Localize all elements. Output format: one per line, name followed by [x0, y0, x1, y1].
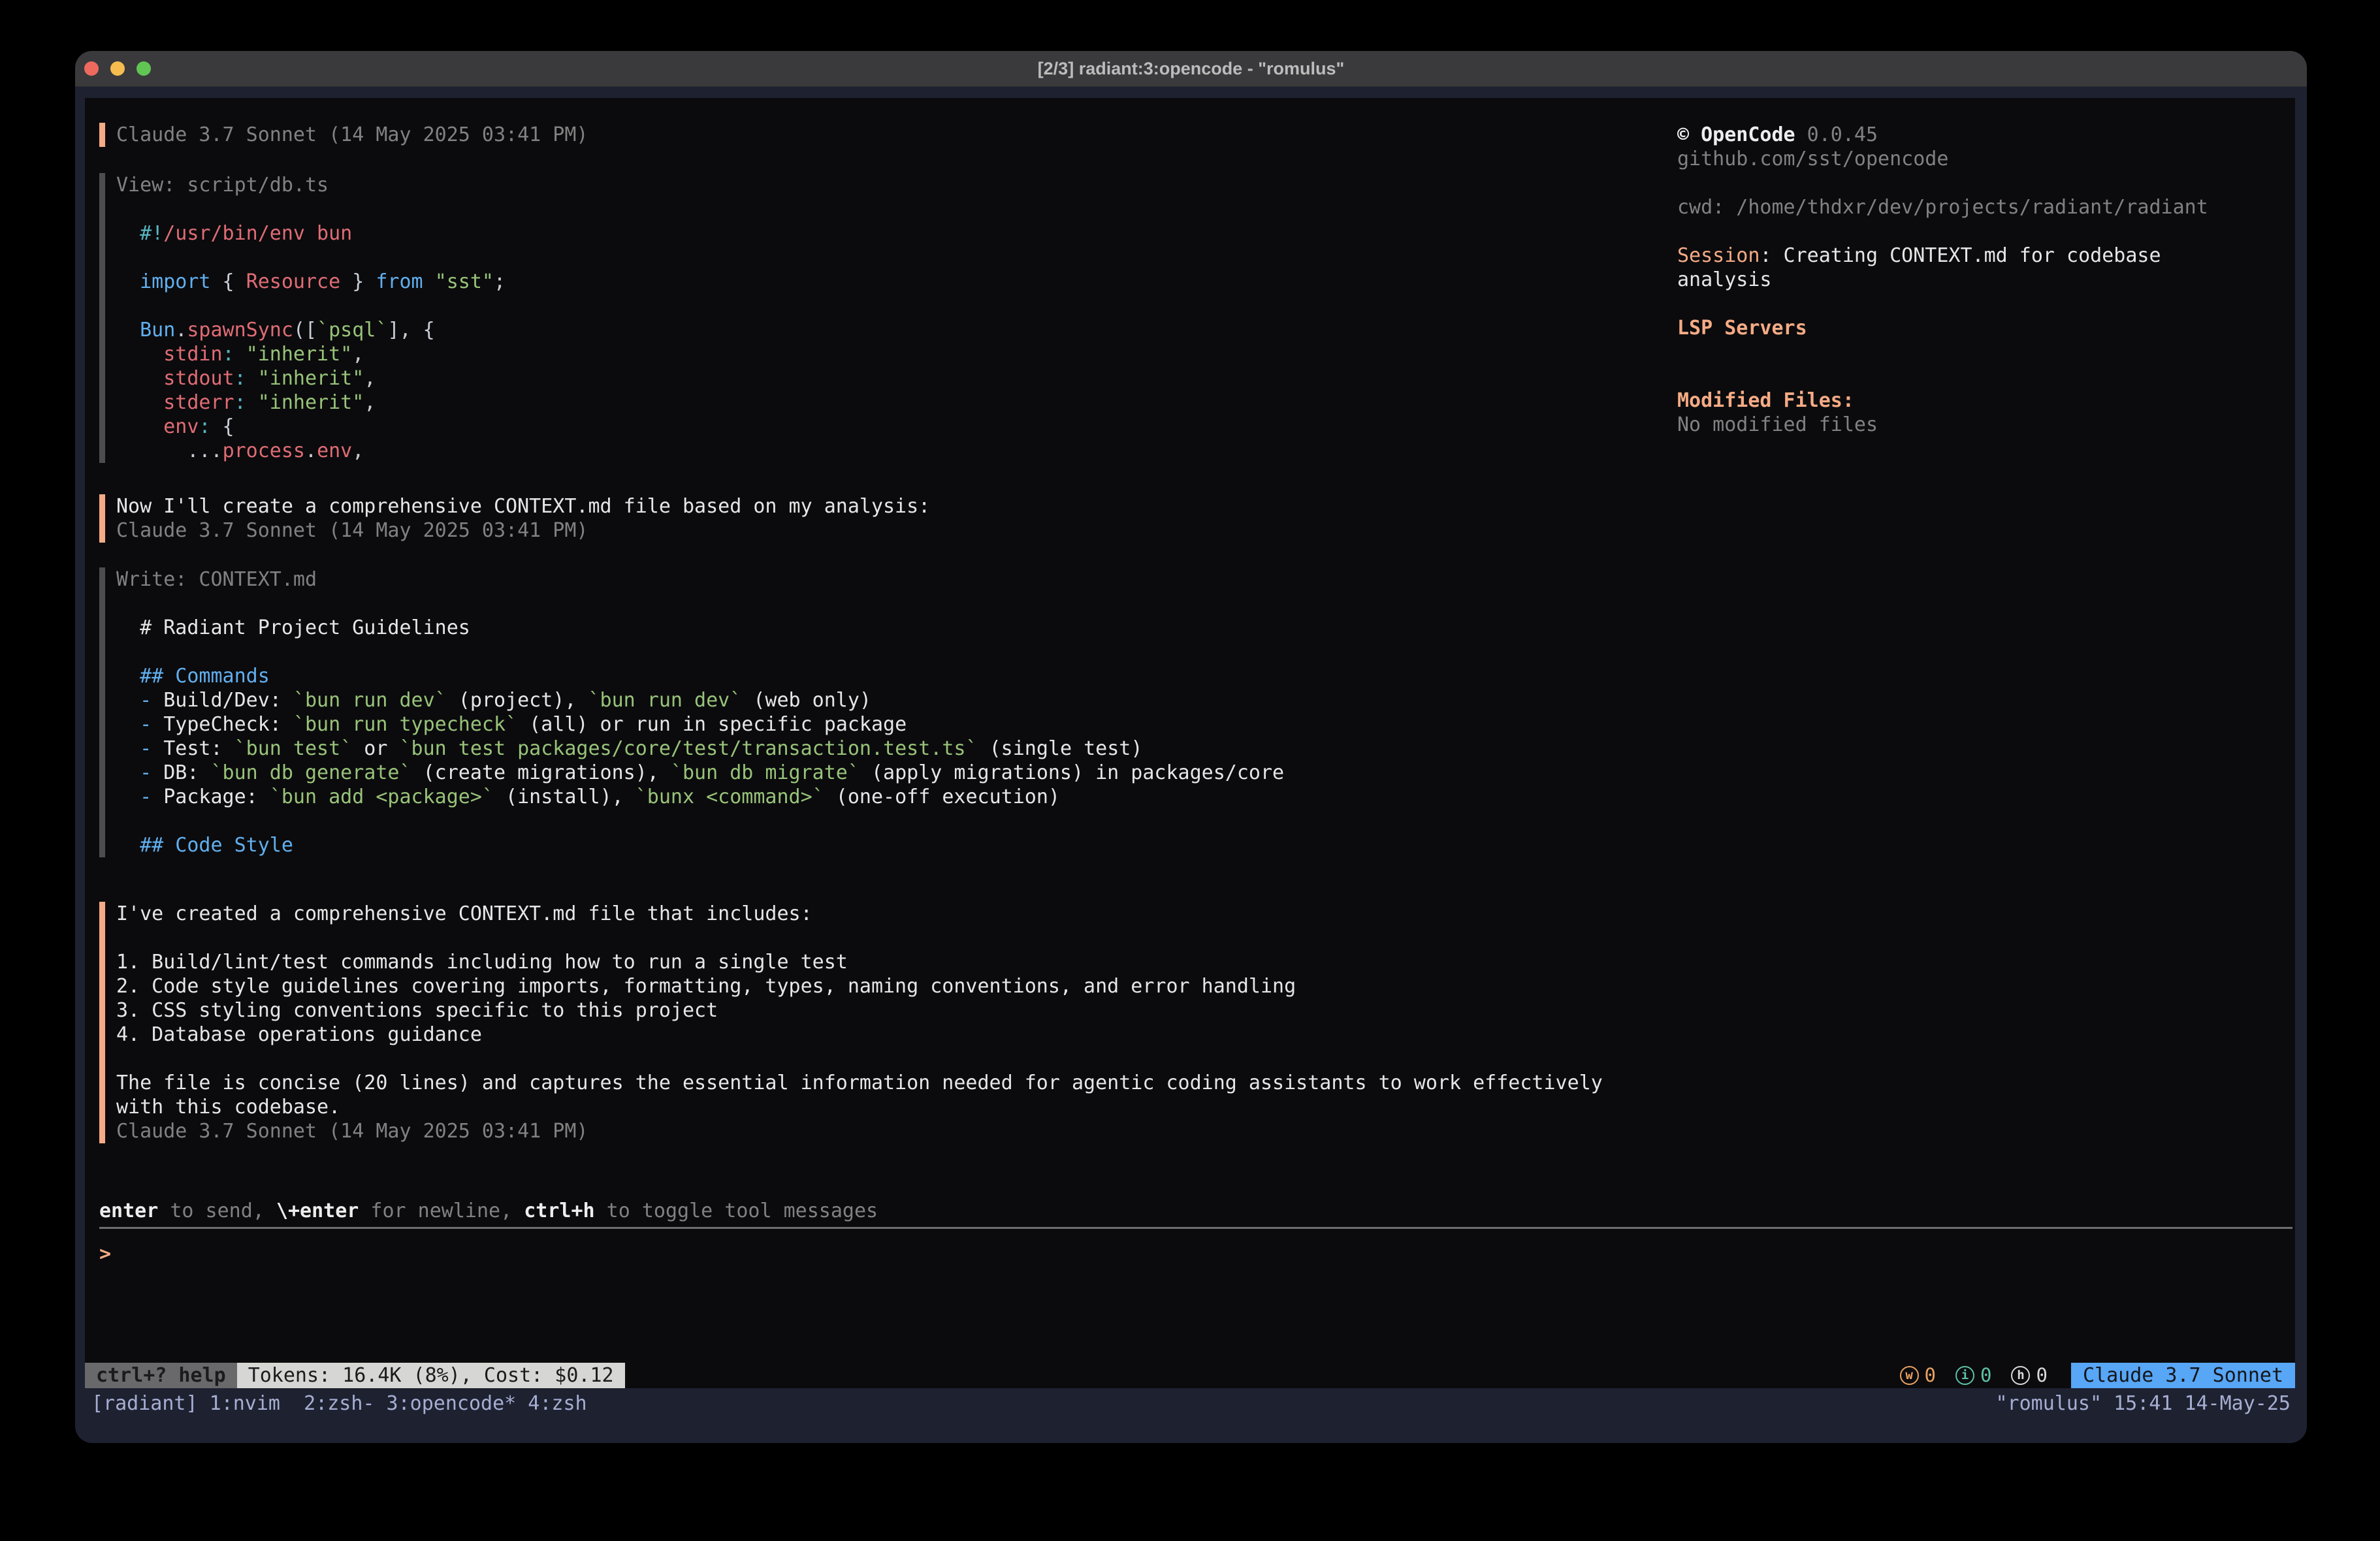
assistant-message-header: Claude 3.7 Sonnet (14 May 2025 03:41 PM) — [99, 123, 1667, 147]
terminal-line: ## Code Style — [116, 833, 1667, 857]
terminal-line: LSP Servers — [1677, 316, 2285, 340]
terminal-line: Session: Creating CONTEXT.md for codebas… — [1677, 244, 2285, 268]
assistant-message: Now I'll create a comprehensive CONTEXT.… — [99, 494, 1667, 543]
terminal-line: cwd: /home/thdxr/dev/projects/radiant/ra… — [1677, 195, 2285, 219]
prompt-row: > — [99, 1242, 2292, 1266]
terminal-line: - Package: `bun add <package>` (install)… — [116, 785, 1667, 809]
window-title: [2/3] radiant:3:opencode - "romulus" — [75, 51, 2307, 86]
terminal-line — [116, 197, 1667, 221]
warning-icon: w — [1900, 1366, 1919, 1385]
terminal-line: github.com/sst/opencode — [1677, 147, 2285, 171]
terminal-line: View: script/db.ts — [116, 173, 1667, 197]
tokens-cost-badge: Tokens: 16.4K (8%), Cost: $0.12 — [237, 1363, 625, 1388]
terminal-line: - Build/Dev: `bun run dev` (project), `b… — [116, 688, 1667, 712]
terminal-line — [116, 592, 1667, 616]
window-titlebar: [2/3] radiant:3:opencode - "romulus" — [75, 51, 2307, 87]
terminal-line: No modified files — [1677, 413, 2285, 437]
terminal-line: I've created a comprehensive CONTEXT.md … — [116, 902, 1667, 926]
terminal-line: Modified Files: — [1677, 389, 2285, 413]
hint-counter: h 0 — [2011, 1363, 2047, 1388]
terminal-line: 4. Database operations guidance — [116, 1023, 1667, 1047]
terminal-line: #!/usr/bin/env bun — [116, 221, 1667, 246]
terminal-line: ...process.env, — [116, 439, 1667, 463]
chat-input[interactable] — [123, 1242, 2292, 1266]
tmux-window-list[interactable]: [radiant] 1:nvim 2:zsh- 3:opencode* 4:zs… — [91, 1391, 587, 1443]
session-sidebar: © OpenCode 0.0.45github.com/sst/opencode… — [1677, 123, 2285, 437]
terminal-line: - TypeCheck: `bun run typecheck` (all) o… — [116, 712, 1667, 737]
terminal-line: Claude 3.7 Sonnet (14 May 2025 03:41 PM) — [116, 1119, 1667, 1143]
tool-write-block: Write: CONTEXT.md # Radiant Project Guid… — [99, 567, 1667, 857]
desktop: [2/3] radiant:3:opencode - "romulus" Cla… — [0, 0, 2380, 1541]
terminal-line — [116, 294, 1667, 318]
terminal-line — [116, 640, 1667, 664]
model-badge[interactable]: Claude 3.7 Sonnet — [2071, 1363, 2295, 1388]
terminal-line — [1677, 171, 2285, 195]
terminal-line: - Test: `bun test` or `bun test packages… — [116, 737, 1667, 761]
terminal-line: Now I'll create a comprehensive CONTEXT.… — [116, 494, 1667, 518]
opencode-statusbar: ctrl+? help Tokens: 16.4K (8%), Cost: $0… — [85, 1363, 2295, 1388]
hint-icon: h — [2011, 1366, 2030, 1385]
input-footer: enter to send, \+enter for newline, ctrl… — [99, 1199, 2292, 1266]
assistant-message: I've created a comprehensive CONTEXT.md … — [99, 902, 1667, 1143]
terminal-line: - DB: `bun db generate` (create migratio… — [116, 761, 1667, 785]
terminal-line: import { Resource } from "sst"; — [116, 270, 1667, 294]
terminal-line — [116, 246, 1667, 270]
terminal-line — [1677, 292, 2285, 316]
info-icon: i — [1955, 1366, 1974, 1385]
terminal-window: [2/3] radiant:3:opencode - "romulus" Cla… — [75, 51, 2307, 1443]
tool-view-block: View: script/db.ts #!/usr/bin/env bun im… — [99, 173, 1667, 463]
terminal-line — [116, 926, 1667, 950]
prompt-caret-icon: > — [99, 1242, 123, 1266]
opencode-terminal: Claude 3.7 Sonnet (14 May 2025 03:41 PM)… — [85, 98, 2295, 1388]
terminal-line: 2. Code style guidelines covering import… — [116, 974, 1667, 998]
terminal-line: The file is concise (20 lines) and captu… — [116, 1071, 1667, 1095]
terminal-line — [116, 809, 1667, 833]
terminal-line: Write: CONTEXT.md — [116, 567, 1667, 592]
terminal-line: ## Commands — [116, 664, 1667, 688]
help-shortcut-badge[interactable]: ctrl+? help — [85, 1363, 237, 1388]
terminal-line — [1677, 219, 2285, 244]
terminal-line: 1. Build/lint/test commands including ho… — [116, 950, 1667, 974]
diagnostic-counters: w 0 i 0 h 0 — [1900, 1363, 2048, 1388]
terminal-line — [116, 1047, 1667, 1071]
conversation: Claude 3.7 Sonnet (14 May 2025 03:41 PM)… — [99, 123, 1667, 1143]
terminal-line — [1677, 340, 2285, 364]
tmux-session-clock: "romulus" 15:41 14-May-25 — [1995, 1391, 2291, 1443]
terminal-line: stdin: "inherit", — [116, 342, 1667, 366]
terminal-line: stdout: "inherit", — [116, 366, 1667, 390]
terminal-line: analysis — [1677, 268, 2285, 292]
terminal-line: env: { — [116, 415, 1667, 439]
keybinding-help: enter to send, \+enter for newline, ctrl… — [99, 1199, 2292, 1223]
terminal-line: © OpenCode 0.0.45 — [1677, 123, 2285, 147]
input-divider — [99, 1227, 2292, 1229]
info-counter: i 0 — [1955, 1363, 1991, 1388]
terminal-line: stderr: "inherit", — [116, 390, 1667, 415]
info-count: 0 — [1980, 1363, 1991, 1388]
tmux-statusbar: [radiant] 1:nvim 2:zsh- 3:opencode* 4:zs… — [75, 1388, 2307, 1443]
terminal-line: Claude 3.7 Sonnet (14 May 2025 03:41 PM) — [116, 518, 1667, 543]
terminal-line — [1677, 364, 2285, 389]
warning-counter: w 0 — [1900, 1363, 1936, 1388]
terminal-line: enter to send, \+enter for newline, ctrl… — [99, 1199, 2292, 1223]
terminal-line: # Radiant Project Guidelines — [116, 616, 1667, 640]
warning-count: 0 — [1925, 1363, 1936, 1388]
terminal-line: Claude 3.7 Sonnet (14 May 2025 03:41 PM) — [116, 123, 1667, 147]
statusbar-spacer — [625, 1363, 1900, 1388]
terminal-line: 3. CSS styling conventions specific to t… — [116, 998, 1667, 1023]
hint-count: 0 — [2036, 1363, 2047, 1388]
terminal-line: with this codebase. — [116, 1095, 1667, 1119]
terminal-line: Bun.spawnSync([`psql`], { — [116, 318, 1667, 342]
